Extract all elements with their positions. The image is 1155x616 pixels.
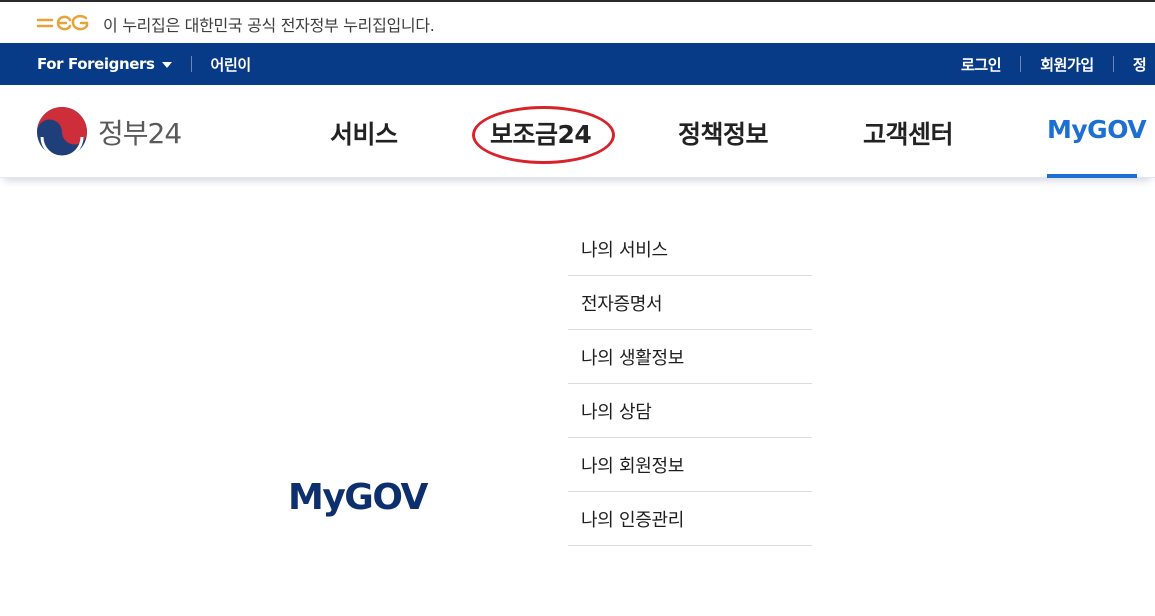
eg-government-logo: [36, 14, 89, 31]
nav-policy-info[interactable]: 정책정보: [678, 115, 769, 151]
submenu-my-consultation[interactable]: 나의 상담: [568, 384, 812, 438]
submenu-my-auth-management[interactable]: 나의 인증관리: [568, 492, 812, 546]
submenu-my-member-info[interactable]: 나의 회원정보: [568, 438, 812, 492]
active-nav-indicator: [1047, 174, 1137, 178]
brand-logo[interactable]: 정부24: [36, 106, 182, 158]
truncated-util-link[interactable]: 정: [1133, 54, 1147, 75]
divider: [190, 56, 192, 72]
nav-customer-center[interactable]: 고객센터: [863, 115, 954, 151]
nav-mygov[interactable]: MyGOV: [1047, 115, 1147, 144]
mygov-submenu: 나의 서비스 전자증명서 나의 생활정보 나의 상담 나의 회원정보 나의 인증…: [568, 222, 812, 546]
submenu-e-certificate[interactable]: 전자증명서: [568, 276, 812, 330]
login-link[interactable]: 로그인: [961, 54, 1002, 75]
highlight-annotation: [472, 106, 615, 164]
main-header: 정부24 서비스 보조금24 정책정보 고객센터 MyGOV: [0, 85, 1155, 178]
submenu-my-services[interactable]: 나의 서비스: [568, 222, 812, 276]
caret-down-icon: [161, 61, 172, 68]
signup-link[interactable]: 회원가입: [1040, 54, 1094, 75]
brand-name: 정부24: [98, 117, 182, 150]
for-foreigners-menu[interactable]: For Foreigners: [37, 55, 172, 73]
for-foreigners-label: For Foreigners: [37, 55, 155, 73]
divider: [1020, 56, 1022, 72]
utility-bar: For Foreigners 어린이 로그인 회원가입 정: [0, 43, 1155, 85]
official-notice-bar: 이 누리집은 대한민국 공식 전자정부 누리집입니다.: [0, 2, 1155, 43]
taegeuk-icon: [37, 107, 87, 158]
utility-left: For Foreigners 어린이: [37, 43, 251, 85]
submenu-my-life-info[interactable]: 나의 생활정보: [568, 330, 812, 384]
nav-services[interactable]: 서비스: [330, 115, 398, 151]
official-notice-text: 이 누리집은 대한민국 공식 전자정부 누리집입니다.: [103, 16, 435, 35]
mega-menu-title: MyGOV: [288, 477, 428, 518]
divider: [1112, 56, 1114, 72]
utility-right: 로그인 회원가입 정: [961, 43, 1147, 85]
kids-link[interactable]: 어린이: [211, 54, 252, 75]
